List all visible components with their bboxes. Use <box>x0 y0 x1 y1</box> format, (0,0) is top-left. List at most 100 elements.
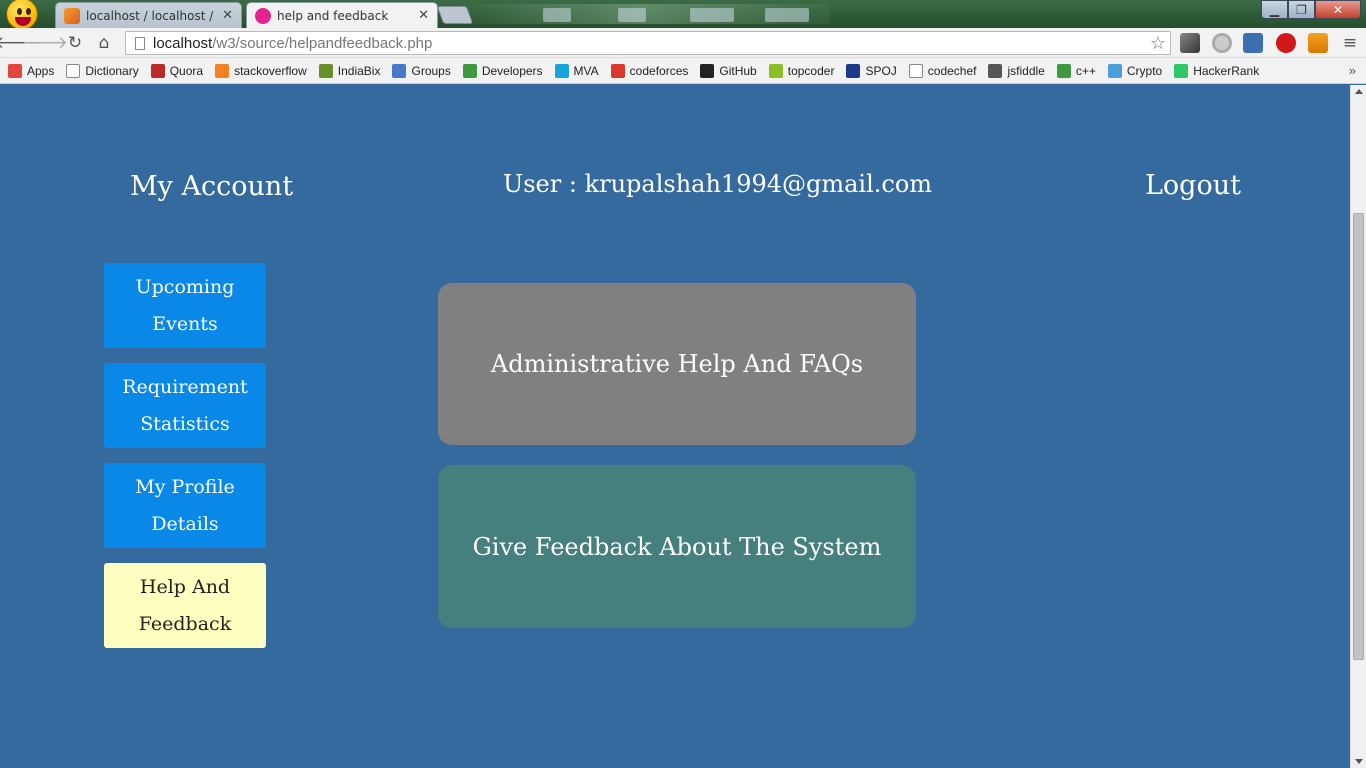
bookmark-label: codeforces <box>629 63 689 78</box>
menu-icon[interactable]: ≡ <box>1339 32 1361 54</box>
bookmark-label: Crypto <box>1126 63 1163 78</box>
bookmarks-bar: Apps Dictionary Quora stackoverflow IndiaBix… <box>0 58 1366 84</box>
browser-titlebar: localhost / localhost / rec ✕ help and f… <box>0 0 1366 28</box>
stackoverflow-icon <box>215 63 230 78</box>
mva-icon <box>554 63 569 78</box>
bookmark-groups[interactable]: Groups <box>392 63 451 78</box>
reload-button[interactable]: ↻ <box>64 32 86 54</box>
forward-button[interactable]: 🡒 <box>22 32 68 54</box>
bookmark-label: Dictionary <box>85 63 139 78</box>
bookmark-codechef[interactable]: codechef <box>908 63 976 78</box>
scrollbar-thumb[interactable] <box>1353 213 1364 660</box>
titlebar-decoration <box>765 8 809 22</box>
bookmark-label: HackerRank <box>1193 63 1260 78</box>
bookmark-label: Developers <box>481 63 543 78</box>
bookmark-topcoder[interactable]: topcoder <box>768 63 835 78</box>
minimize-button[interactable]: ▁ <box>1261 0 1288 19</box>
sidebar-item-label: Help And <box>139 575 231 598</box>
tab-help-and-feedback[interactable]: help and feedback ✕ <box>246 2 438 28</box>
hackerrank-icon <box>1174 63 1189 78</box>
bookmark-quora[interactable]: Quora <box>150 63 204 78</box>
bookmark-jsfiddle[interactable]: jsfiddle <box>988 63 1045 78</box>
page-icon <box>908 63 923 78</box>
bookmark-label: SPOJ <box>865 63 897 78</box>
page-icon <box>66 63 81 78</box>
topcoder-icon <box>768 63 783 78</box>
my-account-heading[interactable]: My Account <box>130 171 293 202</box>
tab-label: localhost / localhost / rec <box>86 8 216 23</box>
sidebar-item-label: Requirement <box>122 375 248 398</box>
bookmark-label: MVA <box>573 63 599 78</box>
window-extension-icon[interactable] <box>1243 33 1263 53</box>
extension-icon[interactable] <box>1308 33 1328 53</box>
bookmark-label: Quora <box>169 63 204 78</box>
sidebar-item-my-profile-details[interactable]: My Profile Details <box>104 463 266 548</box>
bookmark-github[interactable]: GitHub <box>700 63 757 78</box>
groups-icon <box>392 63 407 78</box>
bookmark-codeforces[interactable]: codeforces <box>610 63 689 78</box>
close-icon[interactable]: ✕ <box>418 8 429 23</box>
user-label: User : krupalshah1994@gmail.com <box>503 170 933 198</box>
bookmark-label: topcoder <box>787 63 835 78</box>
bookmark-crypto[interactable]: Crypto <box>1107 63 1163 78</box>
give-feedback-button[interactable]: Give Feedback About The System <box>438 465 916 628</box>
bookmark-label: jsfiddle <box>1007 63 1045 78</box>
page-icon <box>135 36 145 50</box>
w3-icon <box>255 7 271 24</box>
bookmark-developers[interactable]: Developers <box>462 63 543 78</box>
bookmark-mva[interactable]: MVA <box>554 63 599 78</box>
address-url: localhost/w3/source/helpandfeedback.php <box>153 34 433 52</box>
bookmark-spoj[interactable]: SPOJ <box>846 63 897 78</box>
admin-help-faqs-button[interactable]: Administrative Help And FAQs <box>438 283 916 445</box>
bookmark-label: Groups <box>411 63 451 78</box>
sidebar-item-help-and-feedback[interactable]: Help And Feedback <box>104 563 266 648</box>
extension-circle-icon[interactable] <box>1212 33 1232 53</box>
sidebar-item-label: Details <box>151 512 219 535</box>
window-close-button[interactable]: ✕ <box>1315 0 1361 19</box>
indiabix-icon <box>318 63 333 78</box>
tab-phpmyadmin[interactable]: localhost / localhost / rec ✕ <box>55 2 242 28</box>
bookmark-label: GitHub <box>719 63 757 78</box>
github-icon <box>700 63 715 78</box>
sidebar-item-label: Upcoming <box>135 275 235 298</box>
profile-avatar-icon[interactable] <box>6 0 38 28</box>
developers-icon <box>1056 63 1071 78</box>
apps-grid-icon <box>8 63 22 78</box>
phpmyadmin-icon <box>64 7 80 24</box>
sidebar-item-upcoming-events[interactable]: Upcoming Events <box>104 263 266 348</box>
bookmark-indiabix[interactable]: IndiaBix <box>318 63 380 78</box>
close-icon[interactable]: ✕ <box>222 8 233 23</box>
bookmark-dictionary[interactable]: Dictionary <box>66 63 139 78</box>
bookmark-hackerrank[interactable]: HackerRank <box>1174 63 1260 78</box>
bookmarks-overflow-icon[interactable]: » <box>1349 63 1356 78</box>
address-bar[interactable]: localhost/w3/source/helpandfeedback.php … <box>125 31 1171 55</box>
sidebar-item-requirement-statistics[interactable]: Requirement Statistics <box>104 363 266 448</box>
new-tab-button[interactable] <box>436 6 474 24</box>
bookmark-apps[interactable]: Apps <box>8 63 55 78</box>
eyedropper-icon[interactable] <box>1180 33 1200 53</box>
home-button[interactable]: ⌂ <box>93 32 115 54</box>
sidebar-item-label: Events <box>152 312 218 335</box>
developers-icon <box>462 63 477 78</box>
scroll-up-icon[interactable] <box>1355 89 1363 94</box>
sidebar-item-label: Feedback <box>138 612 232 635</box>
jsfiddle-icon <box>988 63 1003 78</box>
sidebar-item-label: My Profile <box>135 475 235 498</box>
bookmark-label: c++ <box>1075 63 1096 78</box>
bookmark-label: Apps <box>27 63 55 78</box>
tab-label: help and feedback <box>277 8 389 23</box>
power-extension-icon[interactable] <box>1276 33 1296 53</box>
bookmark-c-[interactable]: c++ <box>1056 63 1096 78</box>
crypto-icon <box>1107 63 1122 78</box>
logout-link[interactable]: Logout <box>1145 170 1241 201</box>
scroll-down-icon[interactable] <box>1355 759 1363 764</box>
codeforces-icon <box>610 63 625 78</box>
sidebar-item-label: Statistics <box>140 412 230 435</box>
bookmark-star-icon[interactable]: ☆ <box>1150 33 1166 54</box>
bookmark-stackoverflow[interactable]: stackoverflow <box>215 63 307 78</box>
maximize-button[interactable]: ❐ <box>1288 0 1315 19</box>
page-scrollbar[interactable] <box>1350 85 1366 768</box>
browser-toolbar: 🡐 🡒 ↻ ⌂ localhost/w3/source/helpandfeedb… <box>0 28 1366 58</box>
spoj-icon <box>846 63 861 78</box>
page-content: My Account User : krupalshah1994@gmail.c… <box>0 85 1350 768</box>
